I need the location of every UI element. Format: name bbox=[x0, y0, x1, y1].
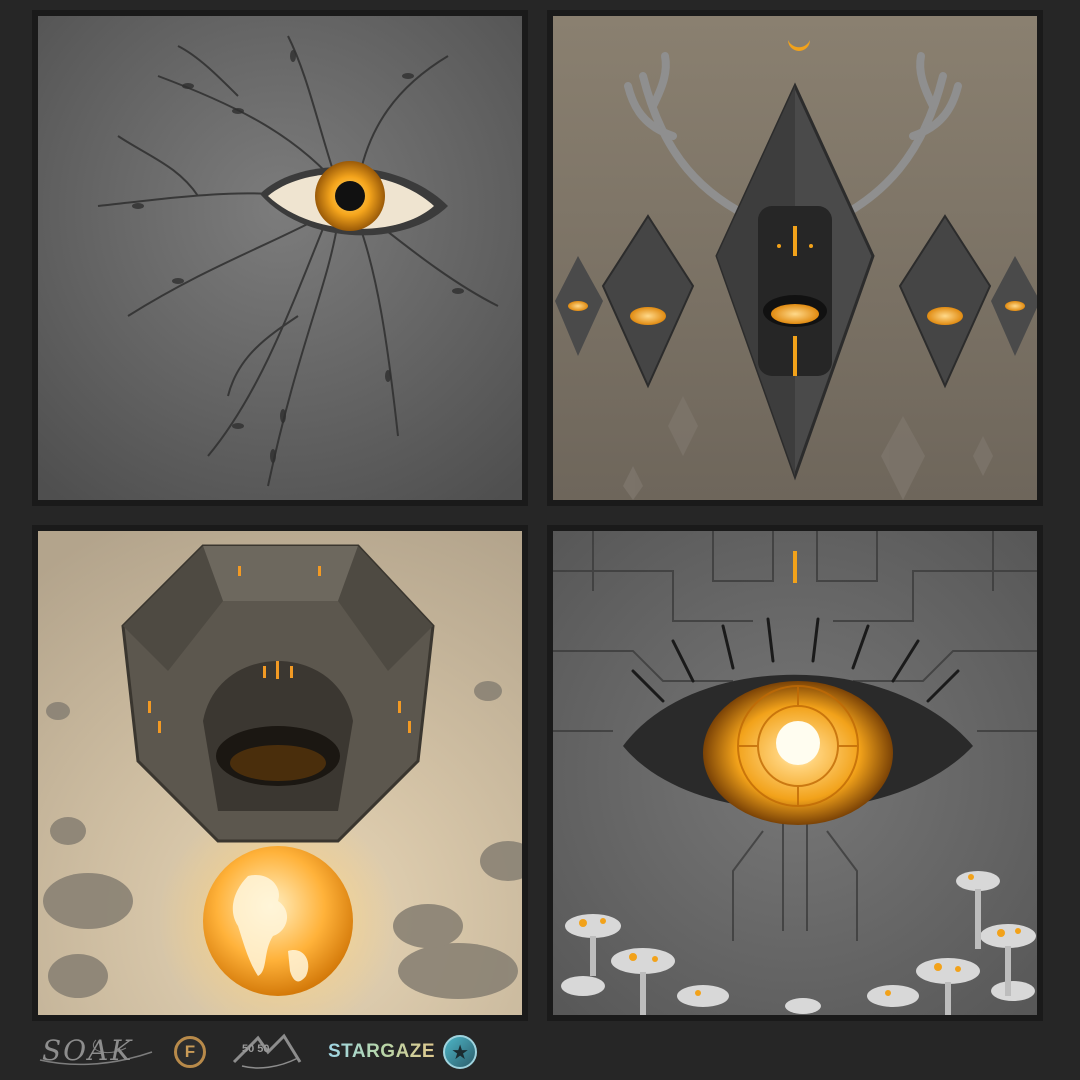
circuit-eye-mushrooms-image bbox=[553, 531, 1037, 1015]
star-icon: ★ bbox=[443, 1035, 478, 1069]
artwork-circuit-eye-mushrooms bbox=[547, 525, 1043, 1021]
artwork-collage: SOAK F 50 50 STARGAZE ★ bbox=[0, 0, 1080, 1080]
fifty-fifty-logo: 50 50 bbox=[228, 1032, 306, 1072]
artwork-crystal-totems bbox=[547, 10, 1043, 506]
signature-text: SOAK bbox=[42, 1034, 134, 1067]
fifty-fifty-mark: 50 50 bbox=[232, 1033, 302, 1069]
fifty-fifty-text: 50 50 bbox=[242, 1043, 270, 1055]
stargaze-logo: STARGAZE bbox=[328, 1041, 436, 1062]
artist-signature-logo: SOAK bbox=[36, 1030, 156, 1074]
artwork-eye-vines bbox=[32, 10, 528, 506]
crystal-totems-image bbox=[553, 16, 1037, 500]
footer-logos: SOAK F 50 50 STARGAZE ★ bbox=[36, 1028, 556, 1076]
dodecahedron-globe-image bbox=[38, 531, 522, 1015]
f-badge-logo: F bbox=[174, 1036, 206, 1068]
artwork-dodecahedron-globe bbox=[32, 525, 528, 1021]
eye-vines-image bbox=[38, 16, 522, 500]
